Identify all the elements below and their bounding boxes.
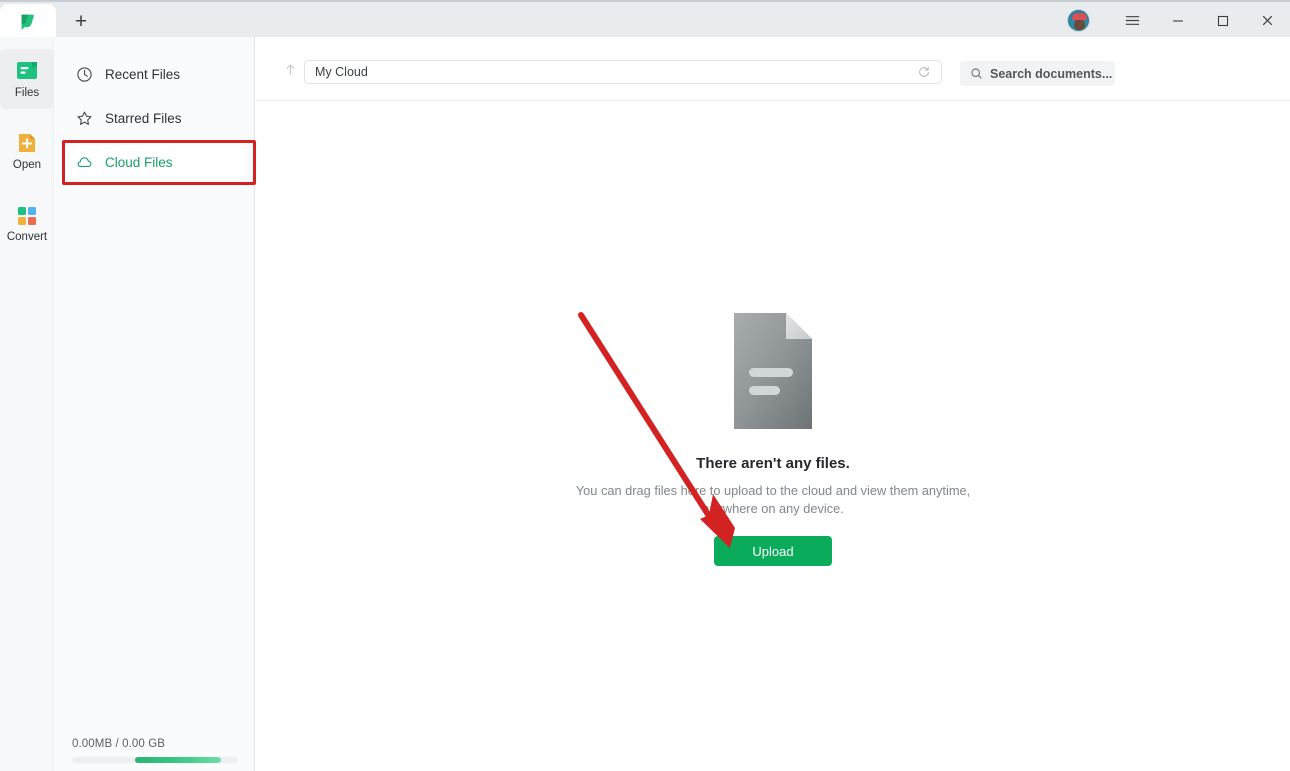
convert-grid-icon (18, 207, 36, 225)
maximize-icon (1217, 15, 1228, 26)
empty-state-subtitle: You can drag files here to upload to the… (575, 483, 971, 516)
sidebar-label-recent-files: Recent Files (105, 66, 181, 82)
storage-bar-fill (135, 757, 222, 763)
minimize-button[interactable] (1155, 2, 1200, 39)
search-icon (971, 68, 982, 79)
sidebar: Recent Files Starred Files Cloud Files 0… (54, 37, 255, 771)
rail-item-convert[interactable]: Convert (0, 193, 54, 253)
rail-item-files[interactable]: Files (0, 49, 54, 109)
app-rail: Files Open Convert (0, 37, 54, 771)
avatar-hat (1072, 13, 1087, 20)
hamburger-menu-icon (1125, 16, 1140, 25)
upload-button[interactable]: Upload (714, 536, 832, 566)
navigate-up-button[interactable] (279, 58, 301, 80)
rail-label-convert: Convert (6, 231, 48, 243)
avatar-face (1074, 19, 1085, 30)
star-icon (77, 111, 92, 125)
storage-indicator: 0.00MB / 0.00 GB (72, 738, 242, 763)
clock-icon (77, 66, 92, 82)
sidebar-item-starred-files[interactable]: Starred Files (64, 100, 244, 136)
storage-text: 0.00MB / 0.00 GB (72, 738, 166, 750)
refresh-icon (919, 66, 929, 77)
document-icon (734, 313, 812, 429)
sidebar-label-starred-files: Starred Files (105, 110, 182, 126)
search-box[interactable]: Search documents... (960, 61, 1115, 86)
path-bar[interactable]: My Cloud (304, 60, 942, 84)
user-avatar[interactable] (1067, 9, 1090, 32)
title-bar: + (0, 0, 1290, 39)
files-icon (17, 62, 37, 79)
storage-bar-track (72, 757, 238, 763)
toolbar: My Cloud Search documents... (256, 37, 1290, 101)
leaf-logo-icon (21, 14, 34, 30)
empty-state: There aren't any files. You can drag fil… (256, 313, 1290, 566)
empty-state-title: There aren't any files. (696, 455, 850, 472)
rail-label-files: Files (14, 87, 40, 99)
app-window: + Files Open Convert Recent Files Starre… (0, 0, 1290, 771)
cloud-icon (77, 156, 92, 167)
new-tab-button[interactable]: + (56, 4, 106, 39)
maximize-button[interactable] (1200, 2, 1245, 39)
rail-item-open[interactable]: Open (0, 121, 54, 181)
close-icon (1262, 15, 1273, 26)
window-controls (1067, 2, 1290, 39)
tab-strip: + (0, 4, 106, 39)
minimize-icon (1172, 19, 1183, 22)
path-value[interactable]: My Cloud (305, 65, 907, 79)
refresh-button[interactable] (907, 61, 941, 83)
sidebar-item-cloud-files[interactable]: Cloud Files (64, 144, 244, 180)
tab-home[interactable] (0, 4, 56, 39)
arrow-up-icon (286, 63, 294, 75)
close-button[interactable] (1245, 2, 1290, 39)
file-list-area: There aren't any files. You can drag fil… (256, 101, 1290, 771)
open-file-icon (19, 134, 35, 152)
hamburger-menu-button[interactable] (1110, 2, 1155, 39)
sidebar-label-cloud-files: Cloud Files (105, 154, 173, 170)
sidebar-item-recent-files[interactable]: Recent Files (64, 56, 244, 92)
rail-label-open: Open (12, 159, 42, 171)
search-placeholder[interactable]: Search documents... (990, 67, 1112, 81)
